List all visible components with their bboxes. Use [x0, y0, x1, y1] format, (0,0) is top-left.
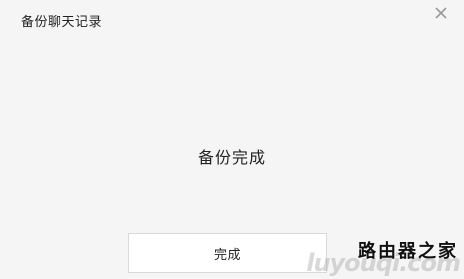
backup-dialog: 备份聊天记录 备份完成 完成 luyouqi.com 路由器之家	[0, 0, 464, 279]
watermark-chinese: 路由器之家	[358, 241, 458, 262]
close-icon	[435, 7, 447, 19]
watermark-english: luyouqi.com	[306, 249, 461, 277]
backup-status-text: 备份完成	[197, 148, 266, 167]
close-button[interactable]	[432, 4, 450, 22]
site-watermark: luyouqi.com 路由器之家	[306, 237, 461, 277]
done-button[interactable]: 完成	[128, 233, 327, 273]
dialog-title: 备份聊天记录	[21, 15, 103, 30]
